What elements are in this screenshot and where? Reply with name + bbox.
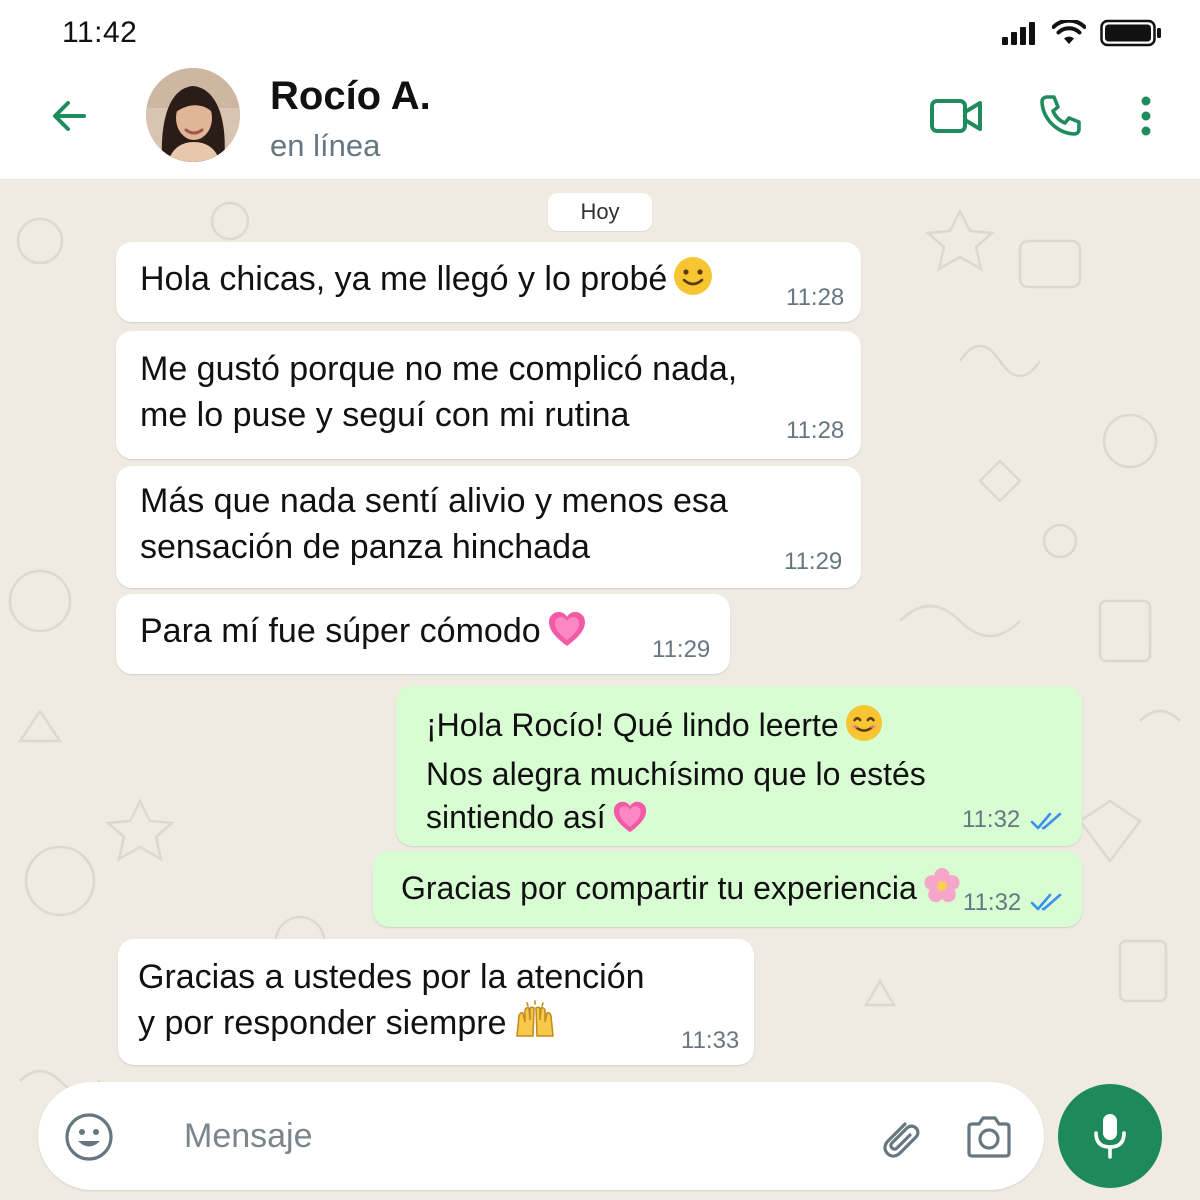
signal-icon bbox=[1002, 22, 1035, 45]
message-outgoing[interactable]: Gracias por compartir tu experiencia 11:… bbox=[373, 851, 1082, 927]
message-text: Me gustó porque no me complicó nada, me … bbox=[140, 346, 737, 438]
phone-call-icon[interactable] bbox=[1034, 90, 1086, 142]
chat-header: Rocío A. en línea bbox=[0, 64, 1200, 180]
status-time: 11:42 bbox=[62, 16, 138, 49]
message-line: Para mí fue súper cómodo bbox=[140, 612, 541, 650]
read-receipt-icon bbox=[1030, 812, 1062, 830]
message-line: y por responder siempre bbox=[138, 1004, 507, 1042]
message-line: me lo puse y seguí con mi rutina bbox=[140, 396, 630, 434]
message-line: Más que nada sentí alivio y menos esa bbox=[140, 482, 728, 520]
message-incoming[interactable]: Hola chicas, ya me llegó y lo probé 11:2… bbox=[116, 242, 861, 322]
message-text: Gracias por compartir tu experiencia bbox=[401, 865, 961, 917]
message-time: 11:28 bbox=[786, 284, 845, 311]
mic-button[interactable] bbox=[1058, 1084, 1162, 1188]
message-line: ¡Hola Rocío! Qué lindo leerte bbox=[426, 707, 839, 743]
message-outgoing[interactable]: ¡Hola Rocío! Qué lindo leerte Nos alegra… bbox=[396, 686, 1082, 846]
message-text: Más que nada sentí alivio y menos esa se… bbox=[140, 478, 728, 570]
status-icons bbox=[1002, 17, 1162, 49]
message-incoming[interactable]: Me gustó porque no me complicó nada, me … bbox=[116, 331, 861, 459]
message-input[interactable] bbox=[184, 1112, 784, 1160]
attach-icon[interactable] bbox=[872, 1110, 926, 1164]
message-time: 11:32 bbox=[963, 889, 1022, 916]
day-label: Hoy bbox=[548, 193, 652, 231]
mic-icon bbox=[1094, 1114, 1126, 1159]
wifi-icon bbox=[1052, 20, 1086, 44]
chat-area[interactable]: Hoy Hola chicas, ya me llegó y lo probé … bbox=[0, 181, 1200, 1200]
smiling-face-icon bbox=[845, 704, 883, 753]
raising-hands-icon bbox=[513, 1000, 557, 1052]
message-incoming[interactable]: Más que nada sentí alivio y menos esa se… bbox=[116, 466, 861, 588]
message-time: 11:29 bbox=[784, 548, 843, 575]
message-time: 11:32 bbox=[962, 806, 1021, 833]
message-time: 11:29 bbox=[652, 636, 711, 663]
message-composer bbox=[38, 1082, 1044, 1190]
avatar[interactable] bbox=[146, 68, 240, 162]
message-incoming[interactable]: Gracias a ustedes por la atención y por … bbox=[118, 939, 754, 1065]
message-line: Hola chicas, ya me llegó y lo probé bbox=[140, 260, 668, 298]
pink-heart-icon bbox=[547, 610, 587, 660]
message-time: 11:28 bbox=[786, 417, 845, 444]
contact-status: en línea bbox=[270, 128, 381, 163]
contact-name[interactable]: Rocío A. bbox=[270, 74, 431, 119]
message-text: Hola chicas, ya me llegó y lo probé bbox=[140, 256, 713, 308]
message-text: ¡Hola Rocío! Qué lindo leerte Nos alegra… bbox=[426, 704, 926, 845]
read-receipt-icon bbox=[1030, 893, 1062, 911]
message-line: Me gustó porque no me complicó nada, bbox=[140, 350, 738, 388]
message-line: Gracias por compartir tu experiencia bbox=[401, 870, 917, 906]
message-text: Para mí fue súper cómodo bbox=[140, 608, 587, 660]
message-text: Gracias a ustedes por la atención y por … bbox=[138, 954, 645, 1052]
flower-icon bbox=[923, 867, 961, 917]
message-line: sensación de panza hinchada bbox=[140, 528, 590, 566]
message-line: Nos alegra muchísimo que lo estés bbox=[426, 756, 926, 792]
smiling-face-icon bbox=[673, 256, 713, 308]
message-time: 11:33 bbox=[681, 1027, 740, 1054]
video-call-icon[interactable] bbox=[928, 90, 984, 142]
battery-icon bbox=[1100, 19, 1161, 47]
status-bar: 11:42 bbox=[0, 0, 1200, 64]
emoji-icon[interactable] bbox=[62, 1110, 116, 1164]
message-incoming[interactable]: Para mí fue súper cómodo 11:29 bbox=[116, 594, 730, 674]
camera-icon[interactable] bbox=[962, 1110, 1016, 1164]
pink-heart-icon bbox=[612, 800, 648, 845]
back-arrow-icon[interactable] bbox=[46, 92, 94, 140]
message-line: sintiendo así bbox=[426, 799, 606, 835]
message-line: Gracias a ustedes por la atención bbox=[138, 958, 645, 996]
more-options-icon[interactable] bbox=[1128, 90, 1164, 142]
